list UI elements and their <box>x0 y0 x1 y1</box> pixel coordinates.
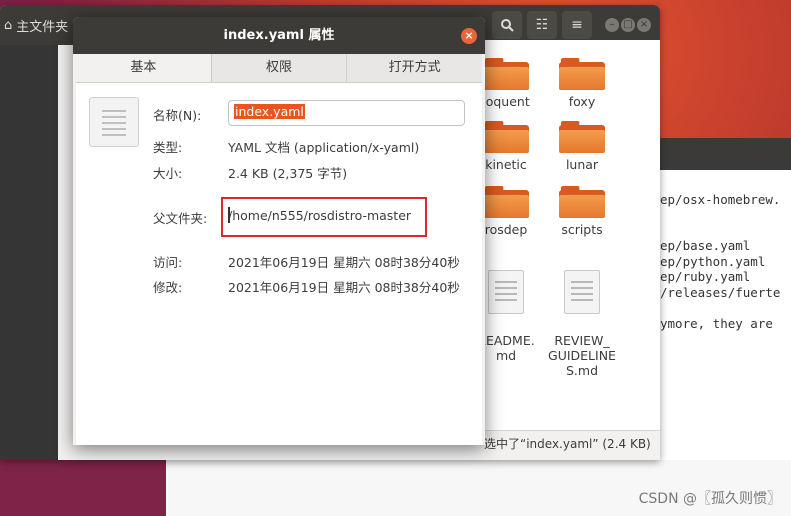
modified-value: 2021年06月19日 星期六 08时38分40秒 <box>228 280 460 295</box>
folder-item[interactable]: scripts <box>542 186 622 237</box>
modified-label: 修改: <box>153 280 183 295</box>
search-icon <box>501 19 514 32</box>
folder-icon <box>559 186 605 218</box>
dialog-tabs: 基本 权限 打开方式 <box>76 54 483 83</box>
folder-icon <box>483 121 529 153</box>
type-value: YAML 文档 (application/x-yaml) <box>228 140 420 155</box>
name-label: 名称(N): <box>153 108 202 123</box>
terminal-line: ep/python.yaml <box>660 254 766 269</box>
close-window-button[interactable]: × <box>637 18 651 32</box>
accessed-label: 访问: <box>153 255 183 270</box>
folder-icon <box>559 58 605 90</box>
annotation-highlight-box <box>221 197 427 237</box>
folder-item[interactable]: foxy <box>542 58 622 109</box>
status-bar: 选中了“index.yaml” (2.4 KB) <box>472 430 660 456</box>
dialog-title: index.yaml 属性 <box>73 17 485 54</box>
hamburger-menu-icon: ≡ <box>571 17 583 33</box>
home-tab-label: 主文件夹 <box>16 19 69 35</box>
view-toggle-button[interactable]: ☷ <box>527 11 557 39</box>
file-type-icon <box>89 97 139 147</box>
folder-icon <box>559 121 605 153</box>
terminal-line: ep/osx-homebrew. <box>660 192 781 207</box>
minimize-button[interactable]: – <box>605 18 619 32</box>
size-label: 大小: <box>153 166 183 181</box>
wallpaper-panel <box>0 456 166 516</box>
folder-icon <box>483 186 529 218</box>
item-label: lunar <box>565 157 599 172</box>
search-button[interactable] <box>492 11 522 39</box>
maximize-button[interactable]: □ <box>621 18 635 32</box>
terminal-window <box>652 170 791 460</box>
parent-folder-label: 父文件夹: <box>153 211 208 226</box>
item-label: REVIEW_ GUIDELINE S.md <box>548 333 616 378</box>
size-value: 2.4 KB (2,375 字节) <box>228 166 348 181</box>
item-label: scripts <box>561 222 603 237</box>
close-icon: × <box>464 29 474 42</box>
file-manager-sidebar <box>0 45 58 460</box>
tab-permissions[interactable]: 权限 <box>211 54 348 82</box>
terminal-line: /releases/fuerte <box>660 285 781 300</box>
item-label: foxy <box>568 94 596 109</box>
terminal-line: ep/ruby.yaml <box>660 269 751 284</box>
home-icon: ⌂ <box>4 17 13 33</box>
list-view-icon: ☷ <box>535 17 549 33</box>
tab-open-with[interactable]: 打开方式 <box>347 54 483 82</box>
type-label: 类型: <box>153 140 183 155</box>
accessed-value: 2021年06月19日 星期六 08时38分40秒 <box>228 255 460 270</box>
terminal-line: ep/base.yaml <box>660 238 751 253</box>
watermark: CSDN @〖孤久则惯〗 <box>638 491 781 507</box>
menu-button[interactable]: ≡ <box>562 11 592 39</box>
dialog-close-button[interactable]: × <box>461 28 477 44</box>
name-field[interactable]: index.yaml <box>228 100 465 126</box>
file-item[interactable]: REVIEW_ GUIDELINE S.md <box>542 255 622 393</box>
tab-basic[interactable]: 基本 <box>76 54 212 82</box>
folder-icon <box>483 58 529 90</box>
home-tab[interactable]: ⌂ 主文件夹 <box>4 11 68 39</box>
document-icon <box>488 270 524 314</box>
dialog-body: 名称(N): index.yaml 类型: YAML 文档 (applicati… <box>76 83 482 445</box>
file-grid: loquent foxy kinetic lunar rosdep script… <box>477 40 660 435</box>
document-icon <box>564 270 600 314</box>
terminal-line: ymore, they are <box>660 316 773 331</box>
terminal-header <box>652 138 791 172</box>
properties-dialog: index.yaml 属性 × 基本 权限 打开方式 名称(N): index.… <box>73 17 485 445</box>
name-field-selected-text: index.yaml <box>234 104 305 119</box>
folder-item[interactable]: lunar <box>542 121 622 172</box>
